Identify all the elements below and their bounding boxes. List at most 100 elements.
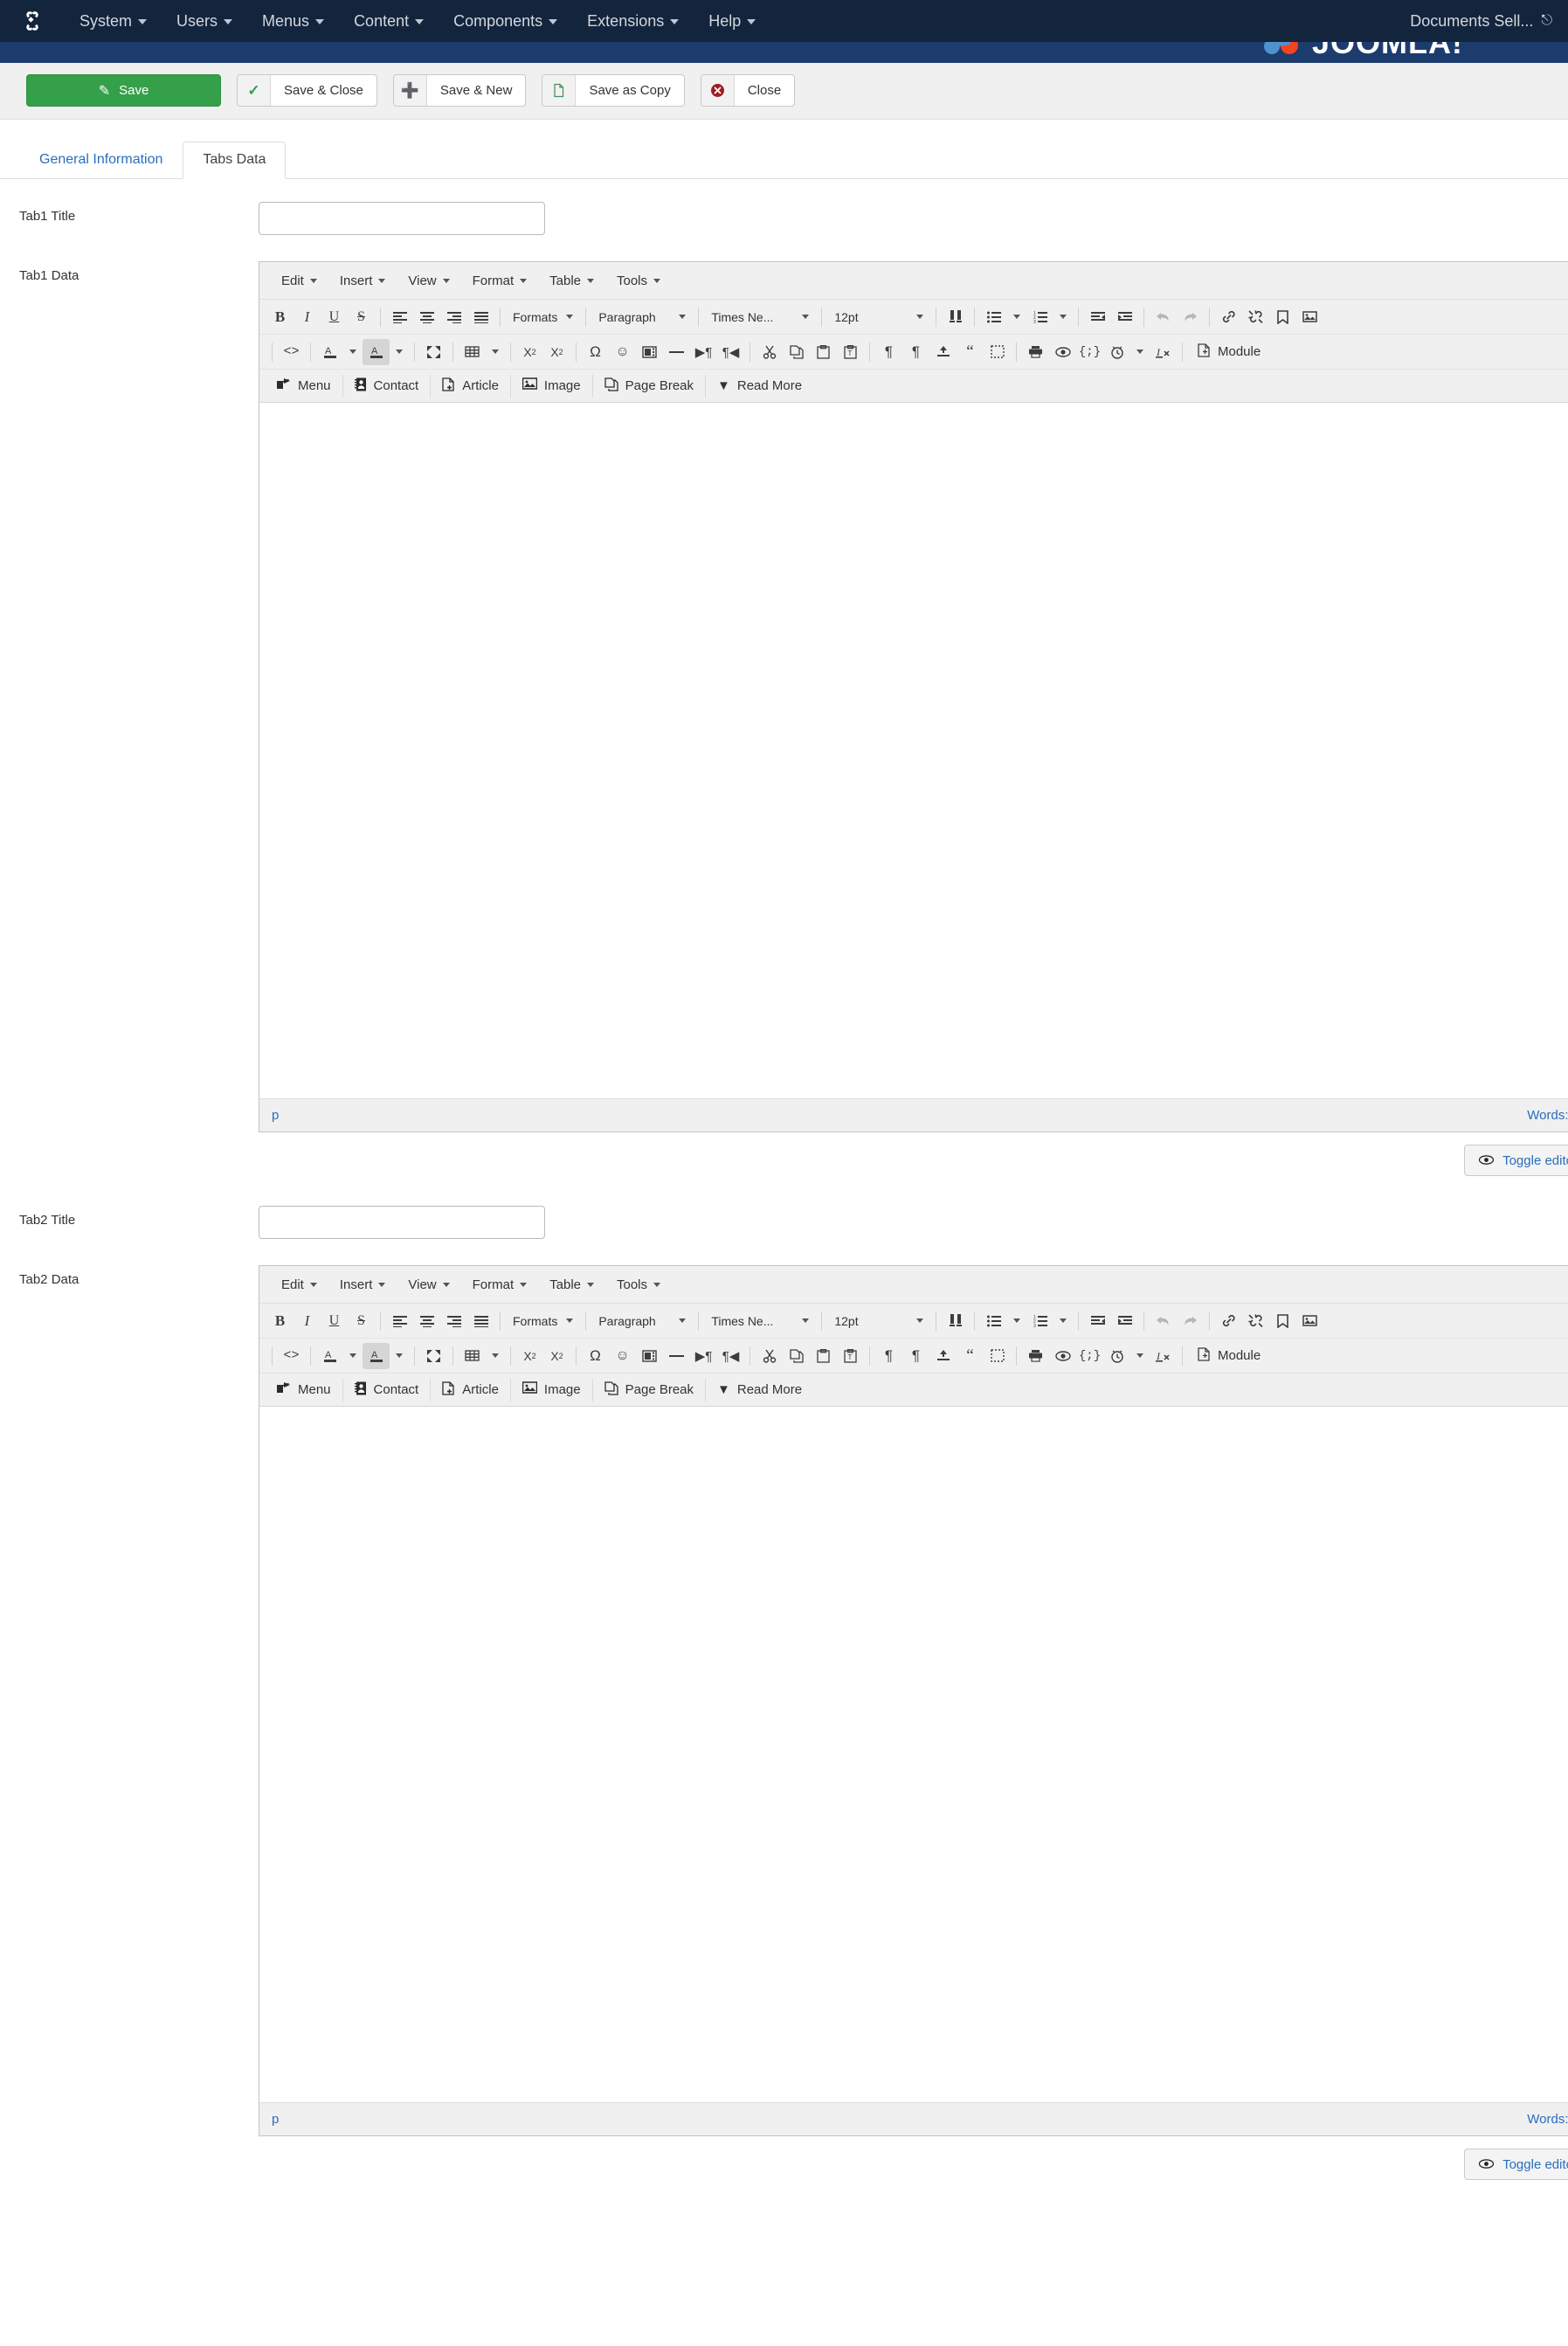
numbered-list-options-icon[interactable] (1053, 1308, 1073, 1334)
menu-item-extensions[interactable]: Extensions (572, 7, 694, 36)
font-family-dropdown[interactable]: Times Ne... (704, 1309, 816, 1333)
paste-as-text-icon[interactable]: T (837, 339, 864, 365)
remove-format-icon[interactable]: I (1150, 339, 1177, 365)
blockquote-icon[interactable]: “ (957, 339, 984, 365)
horizontal-rule-icon[interactable] (663, 339, 690, 365)
tab1-title-input[interactable] (259, 202, 545, 235)
editor-menu-edit[interactable]: Edit (270, 1273, 328, 1297)
visual-aid-icon[interactable] (984, 339, 1011, 365)
align-center-icon[interactable] (413, 304, 440, 330)
block-format-dropdown[interactable]: Paragraph (591, 1309, 693, 1333)
copy-icon[interactable] (783, 1343, 810, 1369)
tab2-title-input[interactable] (259, 1206, 545, 1239)
editor-menu-insert[interactable]: Insert (328, 1273, 397, 1297)
editor-menu-insert[interactable]: Insert (328, 269, 397, 293)
element-path[interactable]: p (272, 2112, 279, 2127)
table-options-icon[interactable] (486, 1343, 505, 1369)
special-character-icon[interactable]: Ω (582, 339, 609, 365)
editor-menu-tools[interactable]: Tools (605, 1273, 672, 1297)
source-code-icon[interactable]: <> (278, 1343, 305, 1369)
joomla-logo-icon[interactable] (19, 8, 45, 34)
insert-template-icon[interactable] (929, 1343, 957, 1369)
outdent-icon[interactable] (1084, 304, 1111, 330)
table-options-icon[interactable] (486, 339, 505, 365)
fullscreen-icon[interactable] (420, 1343, 447, 1369)
menu-item-menus[interactable]: Menus (247, 7, 339, 36)
align-left-icon[interactable] (386, 1308, 413, 1334)
editor-content-area-tab1[interactable] (259, 403, 1568, 1098)
image-icon[interactable] (1296, 1308, 1323, 1334)
link-icon[interactable] (1215, 1308, 1242, 1334)
source-code-icon[interactable]: <> (278, 339, 305, 365)
underline-icon[interactable]: U (321, 304, 348, 330)
ltr-icon[interactable]: ▶¶ (690, 339, 717, 365)
save-and-close-button[interactable]: ✓ Save & Close (237, 74, 377, 107)
numbered-list-icon[interactable]: 123 (1026, 1308, 1053, 1334)
editor-menu-format[interactable]: Format (461, 1273, 539, 1297)
outdent-icon[interactable] (1084, 1308, 1111, 1334)
special-character-icon[interactable]: Ω (582, 1343, 609, 1369)
element-path[interactable]: p (272, 1108, 279, 1123)
save-as-copy-button[interactable]: Save as Copy (542, 74, 685, 107)
emoticon-icon[interactable]: ☺ (609, 339, 636, 365)
unlink-icon[interactable] (1242, 1308, 1269, 1334)
table-icon[interactable] (459, 1343, 486, 1369)
paste-icon[interactable] (810, 1343, 837, 1369)
formats-dropdown[interactable]: Formats (506, 1309, 580, 1333)
editor-menu-format[interactable]: Format (461, 269, 539, 293)
redo-icon[interactable] (1177, 1308, 1204, 1334)
preview-icon[interactable] (1049, 339, 1076, 365)
align-justify-icon[interactable] (467, 304, 494, 330)
editor-button-image[interactable]: Image (513, 373, 591, 399)
print-icon[interactable] (1022, 339, 1049, 365)
code-sample-icon[interactable]: {;} (1076, 1343, 1103, 1369)
show-blocks-icon[interactable]: ¶ (875, 339, 902, 365)
anchor-icon[interactable] (1269, 1308, 1296, 1334)
editor-menu-edit[interactable]: Edit (270, 269, 328, 293)
undo-icon[interactable] (1150, 304, 1177, 330)
cut-icon[interactable] (756, 1343, 783, 1369)
insert-datetime-options-icon[interactable] (1130, 339, 1150, 365)
menu-item-components[interactable]: Components (439, 7, 572, 36)
block-format-dropdown[interactable]: Paragraph (591, 305, 693, 329)
numbered-list-icon[interactable]: 123 (1026, 304, 1053, 330)
link-icon[interactable] (1215, 304, 1242, 330)
editor-menu-view[interactable]: View (397, 269, 460, 293)
editor-button-menu[interactable]: Menu (266, 373, 341, 399)
redo-icon[interactable] (1177, 304, 1204, 330)
menu-item-content[interactable]: Content (339, 7, 439, 36)
toggle-editor-button-tab2[interactable]: Toggle editor (1464, 2149, 1568, 2180)
show-blocks-icon[interactable]: ¶ (875, 1343, 902, 1369)
editor-button-page-break[interactable]: Page Break (595, 1377, 703, 1403)
background-color-options-icon[interactable] (390, 339, 409, 365)
copy-icon[interactable] (783, 339, 810, 365)
editor-button-image[interactable]: Image (513, 1377, 591, 1403)
module-button[interactable]: Module (1188, 339, 1270, 365)
editor-button-contact[interactable]: Contact (345, 1377, 429, 1403)
blockquote-icon[interactable]: “ (957, 1343, 984, 1369)
subscript-icon[interactable]: X2 (516, 339, 543, 365)
tab-general-information[interactable]: General Information (19, 142, 183, 179)
save-and-new-button[interactable]: ➕ Save & New (392, 74, 527, 107)
insert-datetime-icon[interactable] (1103, 1343, 1130, 1369)
underline-icon[interactable]: U (321, 1308, 348, 1334)
editor-button-menu[interactable]: Menu (266, 1377, 341, 1403)
module-button[interactable]: Module (1188, 1343, 1270, 1369)
indent-icon[interactable] (1111, 1308, 1138, 1334)
image-icon[interactable] (1296, 304, 1323, 330)
text-color-icon[interactable]: A (316, 1343, 343, 1369)
paste-as-text-icon[interactable]: T (837, 1343, 864, 1369)
cut-icon[interactable] (756, 339, 783, 365)
menu-item-system[interactable]: System (65, 7, 162, 36)
editor-button-contact[interactable]: Contact (345, 373, 429, 399)
background-color-options-icon[interactable] (390, 1343, 409, 1369)
editor-content-area-tab2[interactable] (259, 1407, 1568, 2102)
text-color-options-icon[interactable] (343, 1343, 363, 1369)
formats-dropdown[interactable]: Formats (506, 305, 580, 329)
align-left-icon[interactable] (386, 304, 413, 330)
media-icon[interactable] (636, 339, 663, 365)
italic-icon[interactable]: I (294, 1308, 321, 1334)
find-replace-icon[interactable] (942, 304, 969, 330)
horizontal-rule-icon[interactable] (663, 1343, 690, 1369)
italic-icon[interactable]: I (294, 304, 321, 330)
